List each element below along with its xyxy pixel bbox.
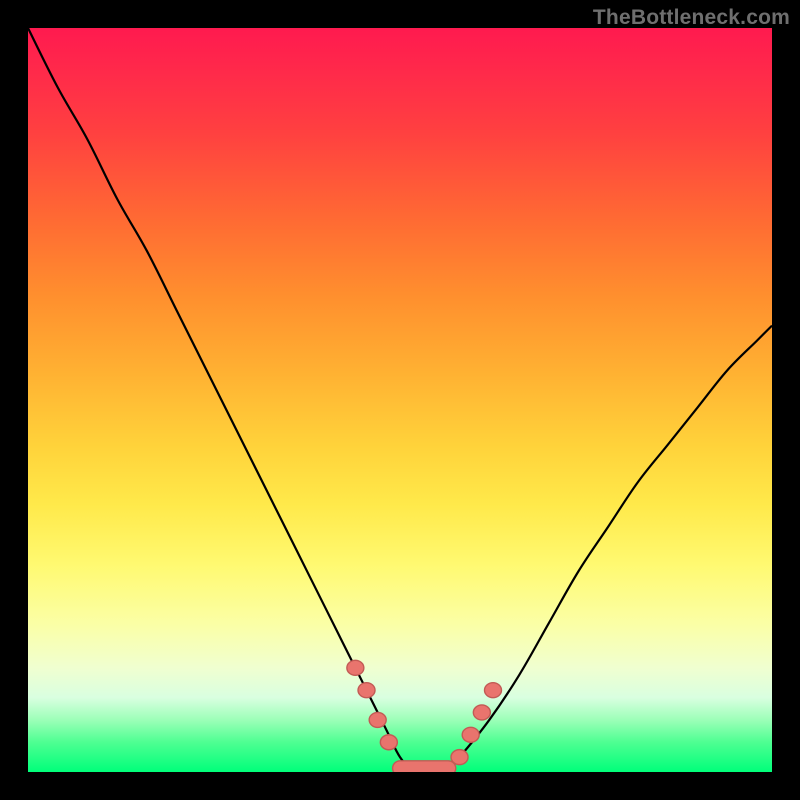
curve-marker-pill [393, 761, 456, 772]
curve-marker-dot [347, 660, 364, 675]
curve-path [28, 28, 772, 772]
watermark-text: TheBottleneck.com [593, 6, 790, 30]
curve-marker-dot [485, 683, 502, 698]
bottleneck-curve [28, 28, 772, 772]
curve-marker-dot [462, 727, 479, 742]
outer-frame: TheBottleneck.com [0, 0, 800, 800]
curve-marker-dot [473, 705, 490, 720]
plot-area [28, 28, 772, 772]
curve-markers [347, 660, 502, 772]
curve-marker-dot [369, 712, 386, 727]
curve-layer [28, 28, 772, 772]
curve-marker-dot [380, 735, 397, 750]
curve-marker-dot [358, 683, 375, 698]
